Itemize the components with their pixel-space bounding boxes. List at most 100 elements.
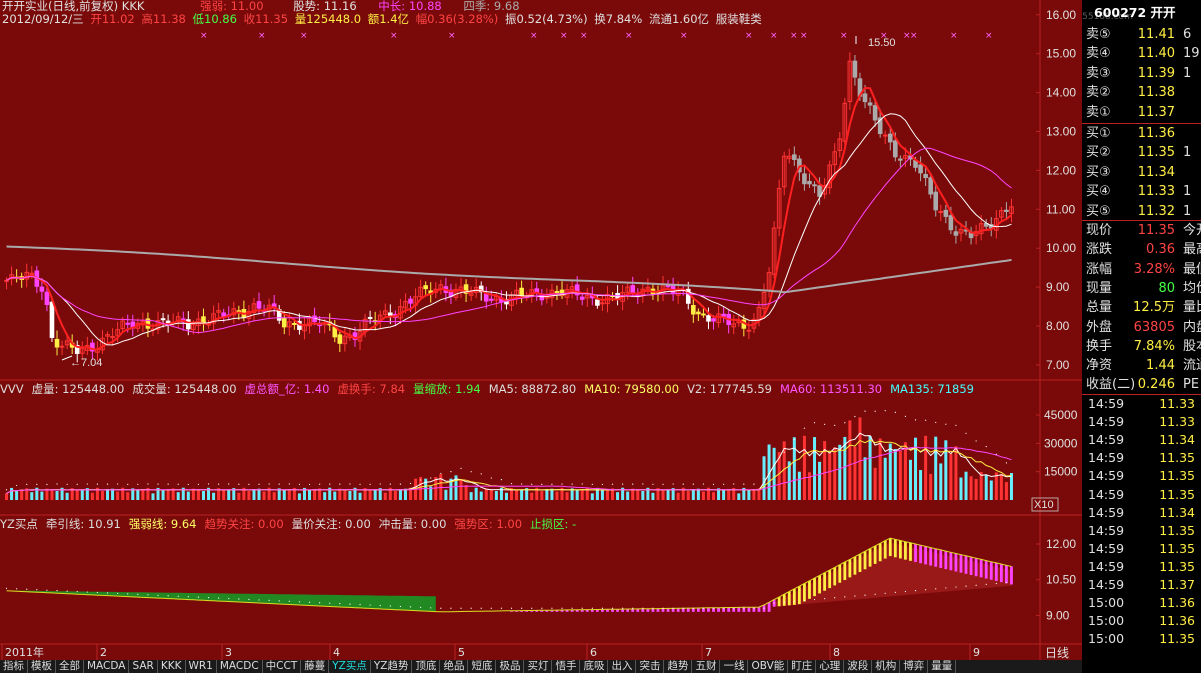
yz-dot [733,607,735,609]
volume-bar [797,471,801,500]
tab-26[interactable]: 盯庄 [788,660,817,673]
ask-row[interactable]: 卖② 11.38 [1082,83,1201,102]
bid-row[interactable]: 买② 11.35 1 [1082,143,1201,162]
quote-row[interactable]: 总量 12.5万量比 [1082,298,1201,317]
volume-indicator-label: 成交量: 125448.00 [132,382,237,396]
tick-price: 11.35 [1159,558,1195,574]
candle-body [887,133,893,143]
ma-gray-line [6,245,1012,294]
indicator-tab-bar[interactable]: 指标 模板 全部 MACDA SAR KKK WR1 MACDC 中CCT 藤蔓 YZ买点 YZ趋势顶… [0,660,1082,673]
tab-25[interactable]: OBV能 [748,660,789,673]
info-open: 开11.02 [90,12,135,26]
tab-11[interactable]: YZ买点 [329,660,371,673]
tab-21[interactable]: 突击 [636,660,665,673]
tick-row: 14:59 11.37 [1082,576,1201,594]
quote-row[interactable]: 现价 11.35 今开 [1082,221,1201,240]
main-chart-svg[interactable]: 16.00 15.00 14.00 13.00 12.00 11.00 10.00 9.00 8… [0,0,1082,673]
tab-27[interactable]: 心理 [816,660,845,673]
envelope-dot [460,467,462,469]
yz-dot [339,603,341,605]
tab-31[interactable]: 量量 [928,660,957,673]
yz-dot [834,597,836,599]
tab-24[interactable]: 一线 [720,660,749,673]
tick-price: 11.33 [1159,414,1195,430]
volume-bar [161,490,165,500]
tab-30[interactable]: 博弈 [900,660,929,673]
time-axis-label: 2 [100,646,107,659]
chart-area[interactable]: 16.00 15.00 14.00 13.00 12.00 11.00 10.00 9.00 8… [0,0,1082,673]
tab-4[interactable]: MACDA [84,660,130,673]
tab-3[interactable]: 全部 [56,660,84,673]
quote-row-label: 涨跌 [1086,242,1113,258]
time-axis-label: 2011年 [5,645,44,659]
tab-20[interactable]: 出入 [608,660,637,673]
tab-7[interactable]: WR1 [186,660,217,673]
volume-bar [252,489,256,500]
candle-body [1004,209,1009,212]
envelope-dot [187,483,189,486]
tab-29[interactable]: 机构 [872,660,901,673]
volume-bar [368,489,372,500]
volume-bar [590,493,594,500]
quote-row[interactable]: 涨幅 3.28% 最低 [1082,260,1201,279]
yz-dot [591,607,593,609]
quote-row[interactable]: 现量 80 均价 [1082,279,1201,298]
volume-indicator-label: 虚换手: 7.84 [337,382,406,396]
tick-price: 11.35 [1159,540,1195,556]
ask-row[interactable]: 卖④ 11.40 19 [1082,44,1201,63]
yz-bar [898,540,902,559]
tab-10[interactable]: 藤蔓 [301,660,330,673]
bid-row[interactable]: 买④ 11.33 1 [1082,182,1201,201]
tab-1[interactable]: 指标 [0,660,28,673]
tab-6[interactable]: KKK [158,660,186,673]
candle-body [281,317,287,328]
bid-row[interactable]: 买① 11.36 [1082,124,1201,143]
quote-row[interactable]: 外盘 63805 内盘 [1082,318,1201,337]
bid-row-value: 11.33 [1137,184,1175,200]
tab-2[interactable]: 模板 [28,660,56,673]
tab-13[interactable]: 顶底 [412,660,441,673]
quote-row-label: 净资 [1086,358,1113,374]
ask-row[interactable]: 卖⑤ 11.41 6 [1082,25,1201,44]
yz-dot [450,607,452,609]
volume-bar [605,489,609,500]
envelope-dot [945,423,947,425]
envelope-dot [167,483,169,485]
volume-bar [40,491,44,500]
yz-bar [737,607,741,612]
volume-bar [1004,482,1008,500]
envelope-dot [117,483,119,485]
tab-14[interactable]: 绝品 [440,660,469,673]
tab-17[interactable]: 买灯 [524,660,553,673]
quote-row[interactable]: 收益(二) 0.246 PE [1082,375,1201,394]
tab-23[interactable]: 五财 [692,660,721,673]
tab-9[interactable]: 中CCT [263,660,302,673]
envelope-dot [652,483,654,485]
info-float: 流通1.60亿 [648,12,710,26]
volume-bar [469,492,473,500]
tab-28[interactable]: 波段 [844,660,873,673]
tab-18[interactable]: 悟手 [552,660,581,673]
quote-row[interactable]: 涨跌 0.36 最高 [1082,240,1201,259]
tab-5[interactable]: SAR [129,660,158,673]
volume-bar [186,491,190,500]
envelope-dot [995,453,997,455]
envelope-dot [834,424,836,426]
tab-12[interactable]: YZ趋势 [371,660,413,673]
tab-22[interactable]: 趋势 [664,660,693,673]
candle-body [489,298,494,301]
ask-row[interactable]: 卖③ 11.39 1 [1082,64,1201,83]
bid-row[interactable]: 买③ 11.34 [1082,163,1201,182]
volume-bar [176,492,180,500]
tab-8[interactable]: MACDC [217,660,263,673]
yz-dot [813,598,816,601]
tab-16[interactable]: 极品 [496,660,525,673]
quote-row[interactable]: 净资 1.44 流通 [1082,356,1201,375]
envelope-dot [874,410,876,412]
quote-row[interactable]: 换手 7.84% 股本 [1082,337,1201,356]
ask-row[interactable]: 卖① 11.37 [1082,103,1201,122]
tab-19[interactable]: 底吸 [580,660,609,673]
bid-row[interactable]: 买⑤ 11.32 1 [1082,202,1201,221]
tab-15[interactable]: 短底 [468,660,497,673]
volume-bar [959,477,963,500]
